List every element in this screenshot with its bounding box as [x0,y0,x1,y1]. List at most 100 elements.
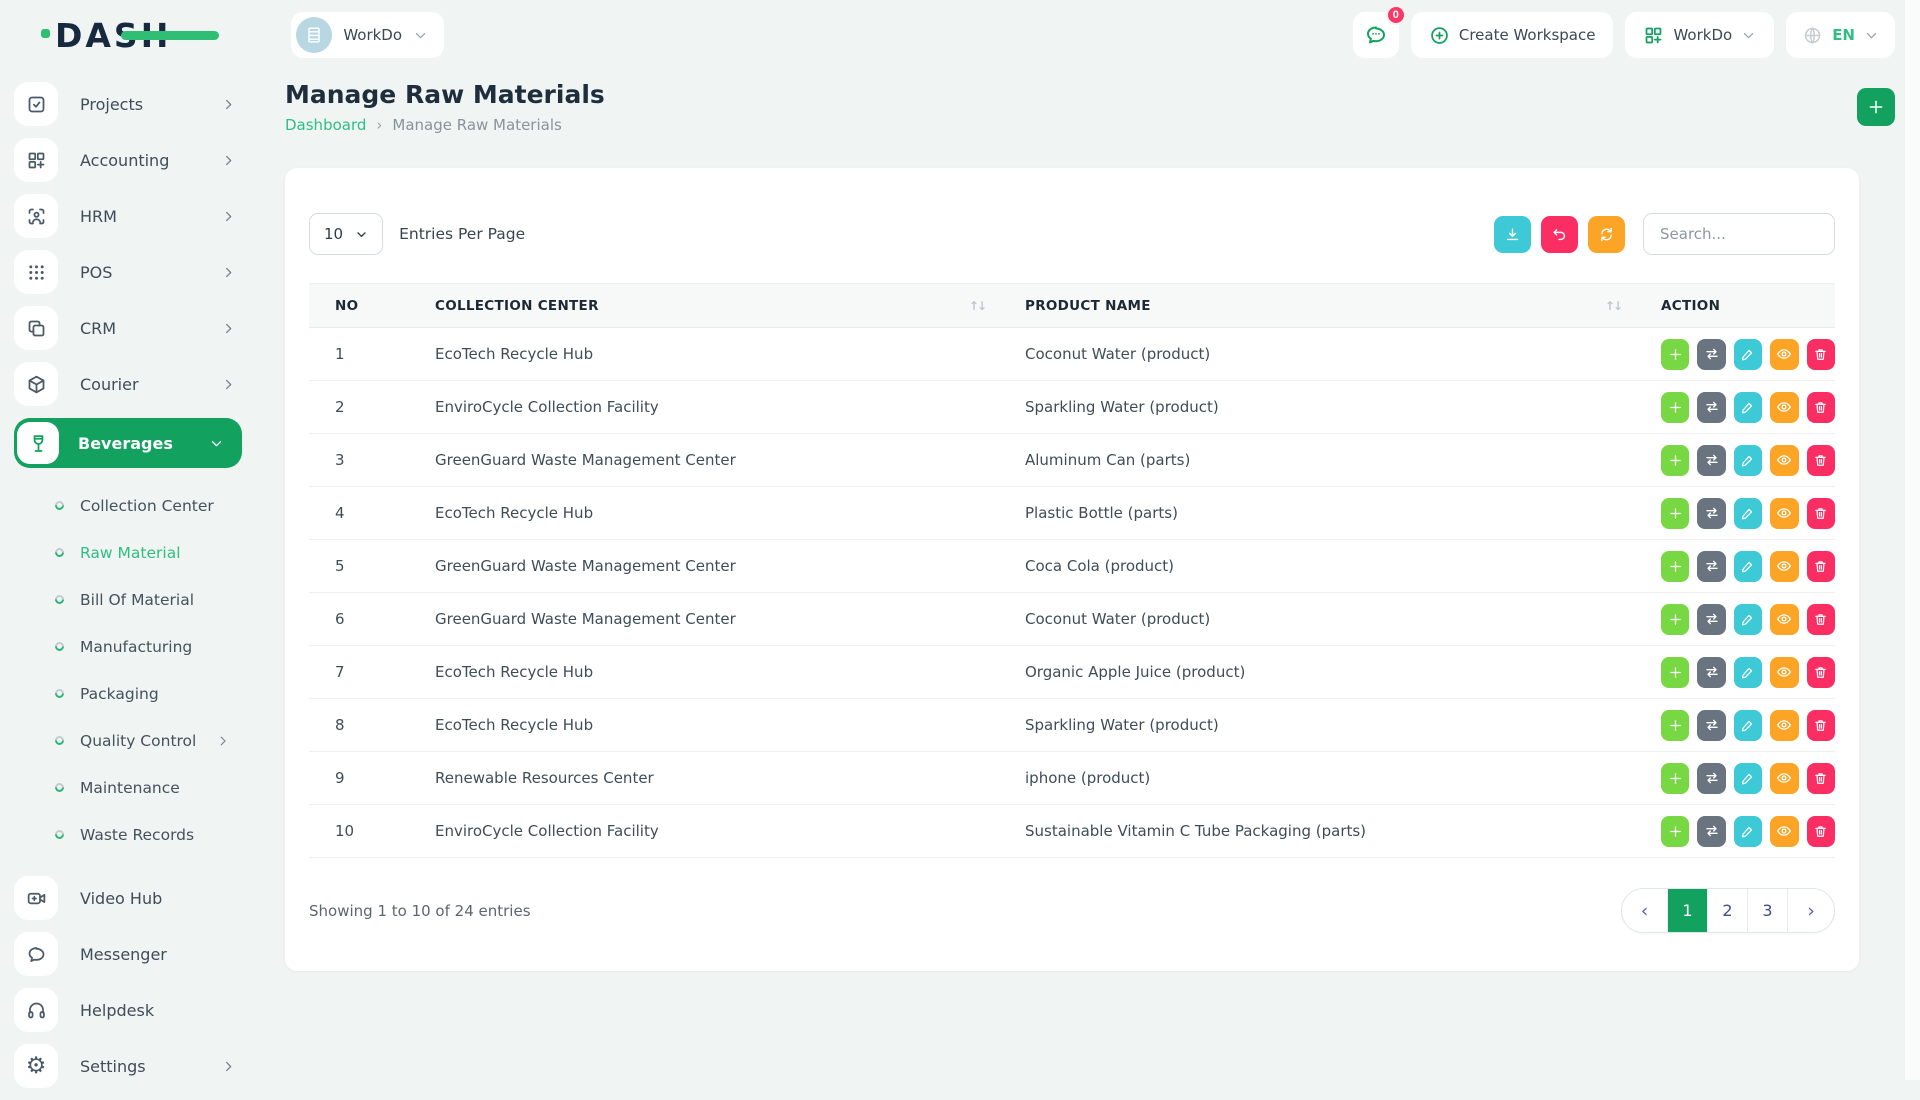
edit-button[interactable] [1734,816,1762,847]
chevron-right-icon [221,209,236,224]
sidebar-subitem-packaging[interactable]: Packaging [14,670,242,717]
sidebar-item-accounting[interactable]: Accounting [14,138,242,182]
cell-product-name: Coca Cola (product) [999,557,1635,575]
edit-button[interactable] [1734,498,1762,529]
delete-button[interactable] [1807,551,1835,582]
sidebar-item-hrm[interactable]: HRM [14,194,242,238]
column-header-product-name[interactable]: PRODUCT NAME ↑↓ [999,298,1635,314]
view-button[interactable] [1770,498,1798,529]
create-workspace-button[interactable]: Create Workspace [1411,12,1614,58]
view-button[interactable] [1770,816,1798,847]
sidebar-item-projects[interactable]: Projects [14,82,242,126]
beverages-icon [17,422,59,464]
edit-button[interactable] [1734,392,1762,423]
transfer-button[interactable] [1697,816,1725,847]
transfer-button[interactable] [1697,392,1725,423]
delete-button[interactable] [1807,445,1835,476]
sidebar-item-pos[interactable]: POS [14,250,242,294]
view-button[interactable] [1770,392,1798,423]
dash-logo[interactable]: DASH [55,16,171,55]
workspace-avatar [296,17,332,53]
delete-button[interactable] [1807,710,1835,741]
sidebar-item-messenger[interactable]: Messenger [14,932,242,976]
sidebar-item-courier[interactable]: Courier [14,362,242,406]
view-button[interactable] [1770,763,1798,794]
add-button[interactable] [1661,710,1689,741]
delete-button[interactable] [1807,816,1835,847]
refresh-button[interactable] [1588,216,1625,253]
sidebar-item-beverages[interactable]: Beverages [14,418,242,468]
transfer-button[interactable] [1697,551,1725,582]
sidebar-item-video-hub[interactable]: Video Hub [14,876,242,920]
sidebar-subitem-quality-control[interactable]: Quality Control [14,717,242,764]
sidebar-subitem-maintenance[interactable]: Maintenance [14,764,242,811]
gear-icon: ⚙ [14,1044,58,1088]
view-button[interactable] [1770,551,1798,582]
plus-circle-icon [1429,25,1450,46]
export-button[interactable] [1494,216,1531,253]
sidebar-subitem-manufacturing[interactable]: Manufacturing [14,623,242,670]
delete-button[interactable] [1807,604,1835,635]
transfer-button[interactable] [1697,604,1725,635]
create-raw-material-button[interactable] [1857,88,1895,126]
view-button[interactable] [1770,657,1798,688]
add-button[interactable] [1661,763,1689,794]
edit-button[interactable] [1734,710,1762,741]
add-button[interactable] [1661,551,1689,582]
add-button[interactable] [1661,816,1689,847]
app-switcher-button[interactable]: WorkDo [1625,12,1774,58]
projects-icon [14,82,58,126]
transfer-button[interactable] [1697,710,1725,741]
edit-button[interactable] [1734,604,1762,635]
raw-materials-card: 10 Entries Per Page NO COLLECTION CENTER… [285,168,1859,971]
sidebar-subitem-raw-material[interactable]: Raw Material [14,529,242,576]
delete-button[interactable] [1807,498,1835,529]
add-button[interactable] [1661,339,1689,370]
view-button[interactable] [1770,710,1798,741]
column-header-collection-center[interactable]: COLLECTION CENTER ↑↓ [409,298,999,314]
pagination-page-1[interactable]: 1 [1668,889,1708,932]
sidebar-item-settings[interactable]: ⚙ Settings [14,1044,242,1088]
pagination-page-2[interactable]: 2 [1708,889,1748,932]
transfer-button[interactable] [1697,763,1725,794]
sidebar-subitem-collection-center[interactable]: Collection Center [14,482,242,529]
transfer-button[interactable] [1697,445,1725,476]
add-button[interactable] [1661,445,1689,476]
view-button[interactable] [1770,604,1798,635]
edit-button[interactable] [1734,763,1762,794]
sidebar-subitem-bill-of-material[interactable]: Bill Of Material [14,576,242,623]
sidebar-subitem-waste-records[interactable]: Waste Records [14,811,242,858]
reset-button[interactable] [1541,216,1578,253]
view-button[interactable] [1770,339,1798,370]
delete-button[interactable] [1807,657,1835,688]
add-button[interactable] [1661,657,1689,688]
sidebar-item-helpdesk[interactable]: Helpdesk [14,988,242,1032]
cell-no: 2 [309,398,409,416]
pagination-next-button[interactable]: › [1788,889,1834,932]
pagination-page-3[interactable]: 3 [1748,889,1788,932]
transfer-button[interactable] [1697,498,1725,529]
messages-button[interactable]: 0 [1353,12,1399,58]
edit-button[interactable] [1734,445,1762,476]
showing-entries-text: Showing 1 to 10 of 24 entries [309,902,531,920]
edit-button[interactable] [1734,657,1762,688]
entries-per-page-select[interactable]: 10 [309,213,383,255]
add-button[interactable] [1661,498,1689,529]
breadcrumb-dashboard-link[interactable]: Dashboard [285,116,366,134]
language-selector[interactable]: EN [1786,12,1895,58]
sidebar-item-crm[interactable]: CRM [14,306,242,350]
delete-button[interactable] [1807,339,1835,370]
workspace-switcher-button[interactable]: WorkDo [291,12,444,58]
search-input[interactable] [1643,213,1835,255]
transfer-button[interactable] [1697,657,1725,688]
view-button[interactable] [1770,445,1798,476]
delete-button[interactable] [1807,392,1835,423]
messages-badge: 0 [1386,5,1406,25]
edit-button[interactable] [1734,551,1762,582]
add-button[interactable] [1661,604,1689,635]
edit-button[interactable] [1734,339,1762,370]
pagination-prev-button[interactable]: ‹ [1622,889,1668,932]
transfer-button[interactable] [1697,339,1725,370]
delete-button[interactable] [1807,763,1835,794]
add-button[interactable] [1661,392,1689,423]
